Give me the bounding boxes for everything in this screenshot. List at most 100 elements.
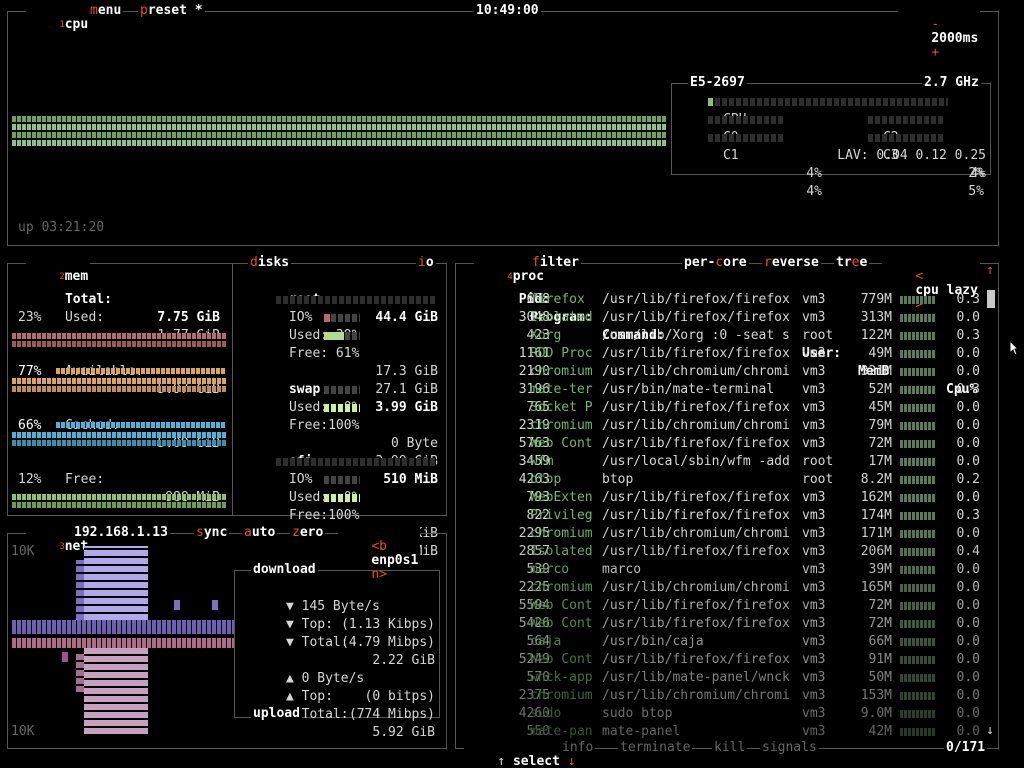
upload-title: upload — [251, 706, 302, 721]
mem-free-pct: 12% — [18, 472, 42, 487]
proc-filter-button[interactable]: filter — [530, 256, 581, 270]
table-row[interactable]: 2190 chromium/usr/lib/chromium/chromi vm3 3… — [456, 363, 984, 381]
disk-root-used: Used: 39% 17.3 GiB — [242, 309, 438, 379]
proc-mem-bar — [900, 566, 936, 574]
net-sync-toggle[interactable]: sync — [194, 526, 230, 540]
table-row[interactable]: 3459 wfm/usr/local/sbin/wfm -add root 17M 0.… — [456, 453, 984, 471]
proc-user: vm3 — [802, 616, 826, 631]
interval-increase-button[interactable]: + — [931, 45, 939, 60]
table-row[interactable]: 570 wnck-app/usr/lib/mate-panel/wnck vm3 50… — [456, 669, 984, 687]
proc-info-button[interactable]: info — [560, 741, 596, 755]
proc-count: 0/171 — [944, 740, 988, 755]
proc-mem-bar — [900, 656, 936, 664]
net-stats-box: download ▼ 145 Byte/s (1.13 Kibps) ▼ Top… — [234, 563, 440, 740]
proc-mem: 52M — [868, 382, 892, 397]
table-row[interactable]: 822 Privileg/usr/lib/firefox/firefox vm3 17… — [456, 507, 984, 525]
table-row[interactable]: 698 firefox/usr/lib/firefox/firefox vm3 779… — [456, 291, 984, 309]
scroll-down-arrow[interactable]: ↓ — [986, 724, 994, 738]
table-row[interactable]: 4260 sudo sudo btop vm3 9.0M 0.0 — [456, 705, 984, 723]
proc-program: chromium — [530, 526, 593, 541]
table-row[interactable]: 539 marco marco vm3 39M 0.0 — [456, 561, 984, 579]
table-row[interactable]: 2295 chromium/usr/lib/chromium/chromi vm3 1… — [456, 525, 984, 543]
table-row[interactable]: 2375 chromium/usr/lib/chromium/chromi vm3 1… — [456, 687, 984, 705]
mem-panel: 2mem Total: 7.75 GiB Used: 1.77 GiB 23% … — [7, 256, 447, 559]
proc-command: /usr/bin/caja — [602, 634, 704, 649]
proc-signals-button[interactable]: signals — [760, 741, 819, 755]
proc-tree-toggle[interactable]: tree — [834, 256, 870, 270]
table-row[interactable]: 3048 Isolated/usr/lib/firefox/firefox vm3 3… — [456, 309, 984, 327]
proc-mem-bar — [900, 530, 936, 538]
proc-user: root — [802, 328, 834, 343]
table-row[interactable]: 793 WebExten/usr/lib/firefox/firefox vm3 16… — [456, 489, 984, 507]
proc-scrollbar-thumb[interactable] — [987, 290, 995, 308]
proc-mem-bar — [900, 548, 936, 556]
mem-total-row: Total: 7.75 GiB — [18, 273, 220, 325]
table-row[interactable]: 2225 chromium/usr/lib/chromium/chromi vm3 1… — [456, 579, 984, 597]
proc-mem-bar — [900, 602, 936, 610]
proc-scrollbar[interactable] — [987, 290, 995, 728]
proc-command: /usr/lib/firefox/firefox — [602, 490, 790, 505]
proc-program: marco — [530, 562, 570, 577]
net-download-graph — [12, 546, 234, 636]
table-row[interactable]: 4263 btop btop root 8.2M 0.2 — [456, 471, 984, 489]
proc-program: Web Cont — [530, 616, 593, 631]
proc-cpu: 0.0 — [956, 364, 980, 379]
proc-program: WebExten — [530, 490, 593, 505]
proc-command: /usr/lib/chromium/chromi — [602, 580, 790, 595]
table-row[interactable]: 5763 Web Cont/usr/lib/firefox/firefox vm3 7… — [456, 435, 984, 453]
proc-program: Xorg — [530, 328, 562, 343]
proc-mem: 91M — [868, 652, 892, 667]
proc-kill-button[interactable]: kill — [712, 741, 748, 755]
proc-terminate-button[interactable]: terminate — [618, 741, 693, 755]
table-row[interactable]: 5249 Web Cont/usr/lib/firefox/firefox vm3 9… — [456, 651, 984, 669]
core-meter — [708, 134, 784, 142]
table-row[interactable]: 765 Socket P/usr/lib/firefox/firefox vm3 45… — [456, 399, 984, 417]
interval-value: 2000ms — [931, 31, 979, 46]
proc-program: chromium — [530, 580, 593, 595]
net-prev-iface-button[interactable]: <b — [371, 539, 387, 554]
table-row[interactable]: 423 Xorg/usr/lib/Xorg :0 -seat s root 122M 0… — [456, 327, 984, 345]
table-row[interactable]: 2857 Isolated/usr/lib/firefox/firefox vm3 2… — [456, 543, 984, 561]
proc-command: /usr/lib/firefox/firefox — [602, 508, 790, 523]
proc-mem-bar — [900, 296, 936, 304]
download-rate-row: ▼ 145 Byte/s (1.13 Kibps) — [285, 599, 435, 632]
interval-control[interactable]: - 2000ms + — [898, 4, 981, 74]
proc-program: chromium — [530, 418, 593, 433]
proc-per-core-toggle[interactable]: per-core — [682, 256, 749, 270]
proc-program: Web Cont — [530, 652, 593, 667]
proc-program: Web Cont — [530, 598, 593, 613]
proc-mem: 779M — [860, 292, 892, 307]
table-row[interactable]: 3196 mate-ter/usr/bin/mate-terminal vm3 52M… — [456, 381, 984, 399]
disk-used-meter — [324, 386, 360, 394]
download-title: download — [251, 562, 318, 577]
proc-cpu: 0.0 — [956, 418, 980, 433]
disk-used-meter — [324, 476, 360, 484]
proc-cpu: 0.0 — [956, 670, 980, 685]
table-row[interactable]: 2319 chromium/usr/lib/chromium/chromi vm3 7… — [456, 417, 984, 435]
proc-command: /usr/lib/chromium/chromi — [602, 526, 790, 541]
disk-io-meter — [276, 458, 436, 466]
cpu-total-meter-fill — [708, 98, 713, 106]
proc-mem-bar — [900, 422, 936, 430]
table-row[interactable]: 5594 Web Cont/usr/lib/firefox/firefox vm3 7… — [456, 597, 984, 615]
proc-mem: 72M — [868, 436, 892, 451]
net-auto-toggle[interactable]: auto — [242, 526, 278, 540]
net-zero-toggle[interactable]: zero — [290, 526, 326, 540]
table-row[interactable]: 564 caja/usr/bin/caja vm3 66M 0.0 — [456, 633, 984, 651]
proc-mem-bar — [900, 332, 936, 340]
table-row[interactable]: 550 mate-pan mate-panel vm3 42M 0.0 — [456, 723, 984, 741]
cpu-title[interactable]: cpu — [65, 17, 88, 32]
preset-button[interactable]: preset * — [138, 4, 205, 18]
core-row-c3: C3 5% — [836, 129, 988, 199]
proc-user: vm3 — [802, 526, 826, 541]
table-row[interactable]: 5426 Web Cont/usr/lib/firefox/firefox vm3 7… — [456, 615, 984, 633]
scroll-up-arrow[interactable]: ↑ — [986, 264, 994, 278]
table-row[interactable]: 1161 RDD Proc/usr/lib/firefox/firefox vm3 4… — [456, 345, 984, 363]
interval-decrease-button[interactable]: - — [931, 17, 939, 32]
menu-button[interactable]: menu — [88, 4, 124, 18]
proc-mem-bar — [900, 638, 936, 646]
proc-reverse-toggle[interactable]: reverse — [762, 256, 821, 270]
proc-mem: 171M — [860, 526, 892, 541]
proc-cpu: 0.4 — [956, 544, 980, 559]
load-average: LAV: 0.04 0.12 0.25 — [837, 148, 986, 163]
